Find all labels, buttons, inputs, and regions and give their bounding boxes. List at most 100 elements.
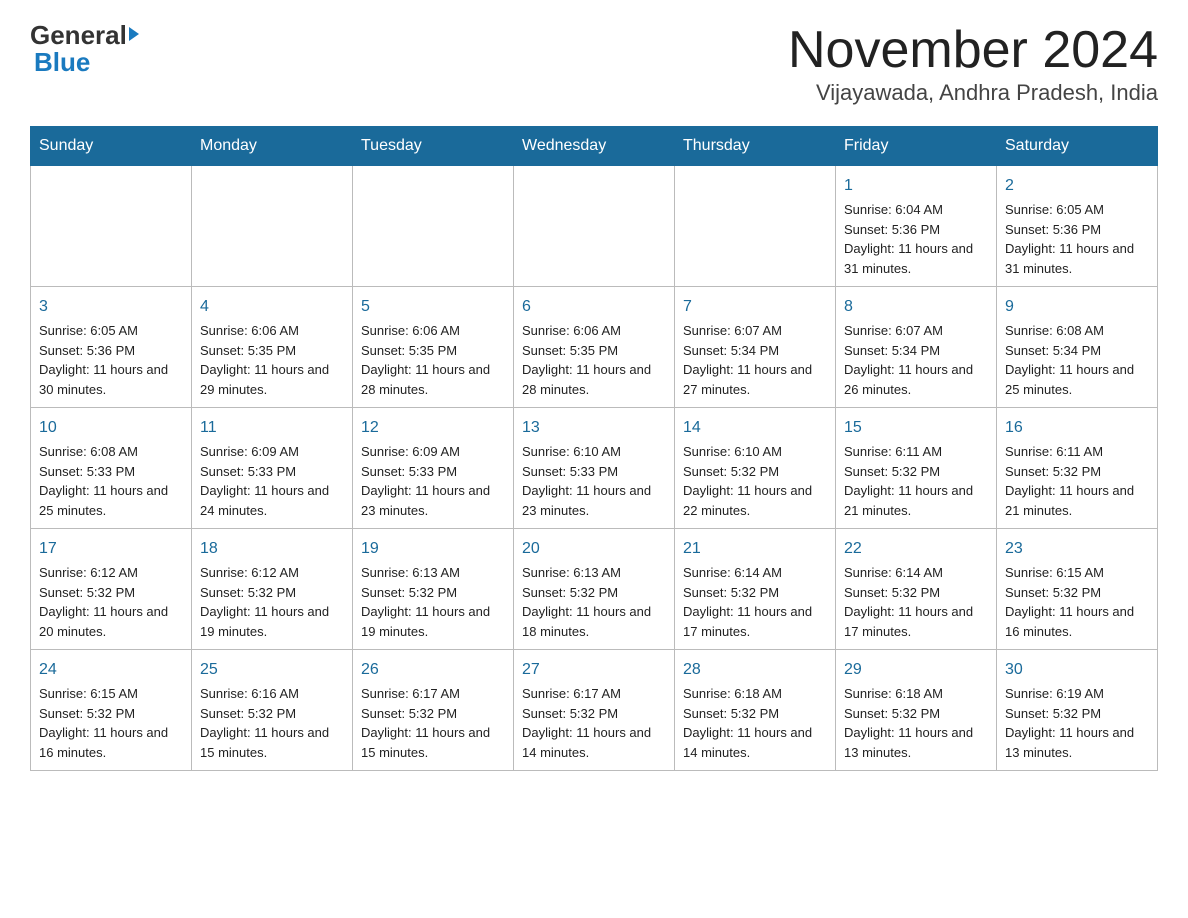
sunset-text: Sunset: 5:33 PM	[39, 464, 135, 479]
sunrise-text: Sunrise: 6:17 AM	[361, 686, 460, 701]
sunset-text: Sunset: 5:35 PM	[522, 343, 618, 358]
day-number: 18	[200, 537, 344, 561]
calendar-cell: 1 Sunrise: 6:04 AM Sunset: 5:36 PM Daylight…	[836, 166, 997, 287]
daylight-text: Daylight: 11 hours and 28 minutes.	[522, 362, 651, 397]
calendar-cell: 24 Sunrise: 6:15 AM Sunset: 5:32 PM Dayligh…	[31, 650, 192, 771]
sunset-text: Sunset: 5:36 PM	[1005, 222, 1101, 237]
header-row: SundayMondayTuesdayWednesdayThursdayFrid…	[31, 127, 1158, 166]
sunset-text: Sunset: 5:32 PM	[39, 706, 135, 721]
sunset-text: Sunset: 5:32 PM	[683, 585, 779, 600]
sunset-text: Sunset: 5:32 PM	[200, 585, 296, 600]
day-number: 7	[683, 295, 827, 319]
month-title: November 2024	[788, 20, 1158, 80]
sunset-text: Sunset: 5:32 PM	[683, 464, 779, 479]
daylight-text: Daylight: 11 hours and 24 minutes.	[200, 483, 329, 518]
day-number: 12	[361, 416, 505, 440]
daylight-text: Daylight: 11 hours and 27 minutes.	[683, 362, 812, 397]
day-number: 5	[361, 295, 505, 319]
header-day-saturday: Saturday	[997, 127, 1158, 166]
day-number: 23	[1005, 537, 1149, 561]
day-number: 2	[1005, 174, 1149, 198]
daylight-text: Daylight: 11 hours and 13 minutes.	[1005, 725, 1134, 760]
sunrise-text: Sunrise: 6:05 AM	[1005, 202, 1104, 217]
calendar-cell	[31, 166, 192, 287]
day-number: 22	[844, 537, 988, 561]
calendar-cell: 7Sunrise: 6:07 AMSunset: 5:34 PMDaylight…	[675, 287, 836, 408]
calendar-cell: 10Sunrise: 6:08 AMSunset: 5:33 PMDayligh…	[31, 408, 192, 529]
day-number: 25	[200, 658, 344, 682]
title-area: November 2024 Vijayawada, Andhra Pradesh…	[788, 20, 1158, 106]
logo-arrow-icon	[129, 27, 139, 41]
calendar-cell: 19Sunrise: 6:13 AMSunset: 5:32 PMDayligh…	[353, 529, 514, 650]
day-number: 10	[39, 416, 183, 440]
daylight-text: Daylight: 11 hours and 14 minutes.	[522, 725, 651, 760]
calendar-cell: 29Sunrise: 6:18 AMSunset: 5:32 PMDayligh…	[836, 650, 997, 771]
daylight-text: Daylight: 11 hours and 29 minutes.	[200, 362, 329, 397]
sunrise-text: Sunrise: 6:06 AM	[361, 323, 460, 338]
day-number: 9	[1005, 295, 1149, 319]
sunrise-text: Sunrise: 6:04 AM	[844, 202, 943, 217]
sunrise-text: Sunrise: 6:12 AM	[200, 565, 299, 580]
day-number: 4	[200, 295, 344, 319]
day-number: 24	[39, 658, 183, 682]
calendar-cell: 2Sunrise: 6:05 AMSunset: 5:36 PMDaylight…	[997, 166, 1158, 287]
day-number: 29	[844, 658, 988, 682]
sunset-text: Sunset: 5:36 PM	[844, 222, 940, 237]
day-number: 3	[39, 295, 183, 319]
sunrise-text: Sunrise: 6:14 AM	[844, 565, 943, 580]
calendar-cell: 12Sunrise: 6:09 AMSunset: 5:33 PMDayligh…	[353, 408, 514, 529]
sunrise-text: Sunrise: 6:15 AM	[39, 686, 138, 701]
calendar-cell: 4Sunrise: 6:06 AMSunset: 5:35 PMDaylight…	[192, 287, 353, 408]
calendar-cell	[192, 166, 353, 287]
calendar-cell: 15Sunrise: 6:11 AMSunset: 5:32 PMDayligh…	[836, 408, 997, 529]
sunset-text: Sunset: 5:34 PM	[1005, 343, 1101, 358]
day-number: 13	[522, 416, 666, 440]
day-number: 1	[844, 174, 988, 198]
daylight-text: Daylight: 11 hours and 16 minutes.	[1005, 604, 1134, 639]
sunrise-text: Sunrise: 6:08 AM	[1005, 323, 1104, 338]
sunrise-text: Sunrise: 6:13 AM	[522, 565, 621, 580]
daylight-text: Daylight: 11 hours and 31 minutes.	[844, 241, 973, 276]
week-row-5: 24 Sunrise: 6:15 AM Sunset: 5:32 PM Dayligh…	[31, 650, 1158, 771]
daylight-text: Daylight: 11 hours and 15 minutes.	[200, 725, 329, 760]
calendar-cell	[514, 166, 675, 287]
calendar-cell: 28Sunrise: 6:18 AMSunset: 5:32 PMDayligh…	[675, 650, 836, 771]
calendar-cell: 18Sunrise: 6:12 AMSunset: 5:32 PMDayligh…	[192, 529, 353, 650]
sunset-text: Sunset: 5:34 PM	[683, 343, 779, 358]
daylight-text: Daylight: 11 hours and 18 minutes.	[522, 604, 651, 639]
calendar-cell: 26Sunrise: 6:17 AMSunset: 5:32 PMDayligh…	[353, 650, 514, 771]
day-number: 30	[1005, 658, 1149, 682]
daylight-text: Daylight: 11 hours and 16 minutes.	[39, 725, 168, 760]
calendar-cell: 17Sunrise: 6:12 AMSunset: 5:32 PMDayligh…	[31, 529, 192, 650]
calendar-cell: 22Sunrise: 6:14 AMSunset: 5:32 PMDayligh…	[836, 529, 997, 650]
calendar-cell: 8Sunrise: 6:07 AMSunset: 5:34 PMDaylight…	[836, 287, 997, 408]
header-day-thursday: Thursday	[675, 127, 836, 166]
day-number: 16	[1005, 416, 1149, 440]
day-number: 11	[200, 416, 344, 440]
daylight-text: Daylight: 11 hours and 26 minutes.	[844, 362, 973, 397]
daylight-text: Daylight: 11 hours and 23 minutes.	[361, 483, 490, 518]
calendar-cell: 5Sunrise: 6:06 AMSunset: 5:35 PMDaylight…	[353, 287, 514, 408]
logo-blue-label: Blue	[34, 47, 90, 78]
calendar-cell: 6Sunrise: 6:06 AMSunset: 5:35 PMDaylight…	[514, 287, 675, 408]
sunrise-text: Sunrise: 6:06 AM	[200, 323, 299, 338]
sunrise-text: Sunrise: 6:06 AM	[522, 323, 621, 338]
header: General Blue November 2024 Vijayawada, A…	[30, 20, 1158, 106]
sunset-text: Sunset: 5:32 PM	[39, 585, 135, 600]
calendar-table: SundayMondayTuesdayWednesdayThursdayFrid…	[30, 126, 1158, 771]
day-number: 14	[683, 416, 827, 440]
week-row-1: 1 Sunrise: 6:04 AM Sunset: 5:36 PM Daylight…	[31, 166, 1158, 287]
sunset-text: Sunset: 5:32 PM	[361, 585, 457, 600]
daylight-text: Daylight: 11 hours and 15 minutes.	[361, 725, 490, 760]
daylight-text: Daylight: 11 hours and 17 minutes.	[844, 604, 973, 639]
week-row-4: 17Sunrise: 6:12 AMSunset: 5:32 PMDayligh…	[31, 529, 1158, 650]
calendar-cell: 30Sunrise: 6:19 AMSunset: 5:32 PMDayligh…	[997, 650, 1158, 771]
daylight-text: Daylight: 11 hours and 23 minutes.	[522, 483, 651, 518]
calendar-cell: 11Sunrise: 6:09 AMSunset: 5:33 PMDayligh…	[192, 408, 353, 529]
sunrise-text: Sunrise: 6:11 AM	[844, 444, 942, 459]
sunset-text: Sunset: 5:33 PM	[522, 464, 618, 479]
sunrise-text: Sunrise: 6:19 AM	[1005, 686, 1104, 701]
header-day-sunday: Sunday	[31, 127, 192, 166]
sunrise-text: Sunrise: 6:16 AM	[200, 686, 299, 701]
sunrise-text: Sunrise: 6:18 AM	[683, 686, 782, 701]
